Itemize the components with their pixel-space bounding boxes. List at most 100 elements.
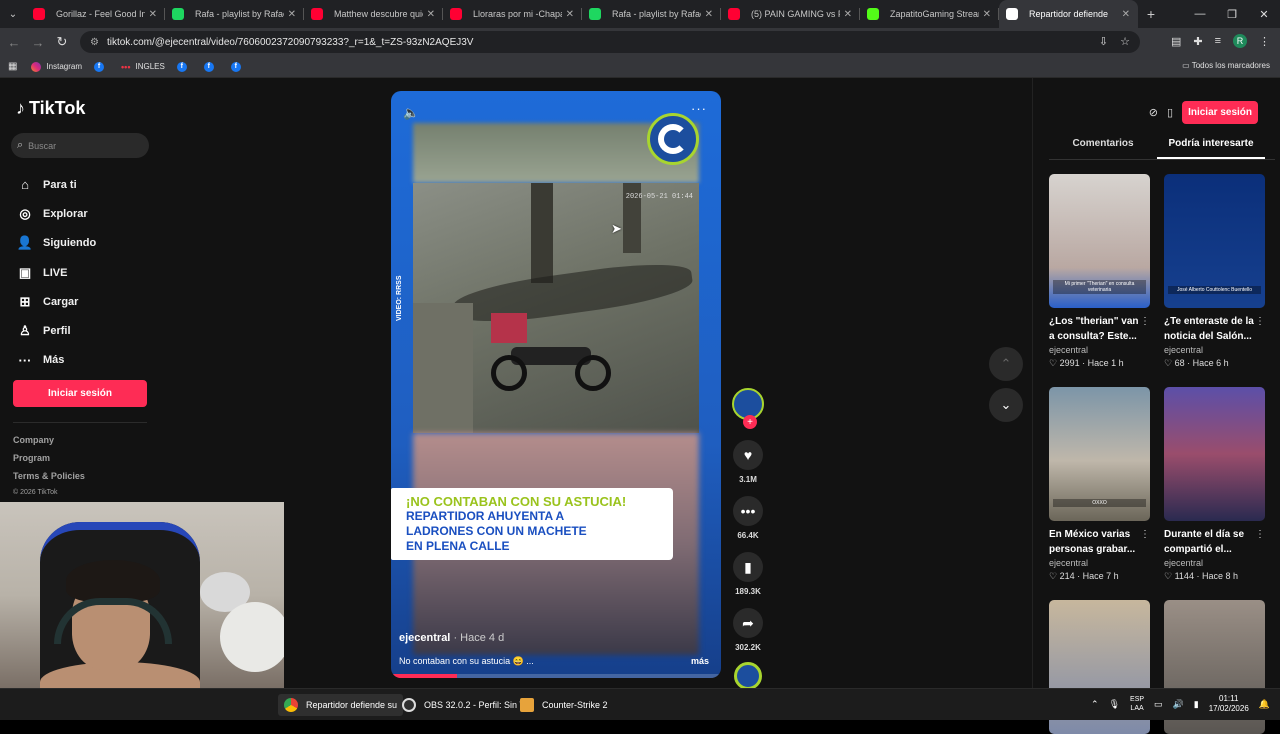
sidebar-item-perfil[interactable]: ♙ Perfil [16, 316, 96, 345]
bookmark-item[interactable]: f [230, 61, 246, 72]
video-player[interactable]: 2026-05-21 01:44 VIDEO: RRSS 🔈 ··· ¡NO C… [391, 91, 721, 678]
browser-tab[interactable]: ZapatitoGaming Stream ✕ [860, 0, 999, 28]
tab-close-icon[interactable]: ✕ [149, 9, 157, 20]
video-author[interactable]: ejecentral · Hace 4 d [399, 632, 504, 644]
sidebar-item-cargar[interactable]: ⊞ Cargar [16, 287, 96, 316]
tab-close-icon[interactable]: ✕ [844, 9, 852, 20]
forward-icon[interactable]: → [26, 28, 50, 56]
sidebar-item-más[interactable]: ··· Más [16, 346, 96, 375]
mic-icon[interactable]: 🎙 [1109, 699, 1120, 710]
video-thumbnail[interactable]: José Alberto Couttolenc Buentello [1164, 174, 1265, 308]
volume-icon[interactable]: 🔈 [403, 105, 419, 121]
bookmark-item[interactable]: f [203, 61, 219, 72]
new-tab-button[interactable]: + [1138, 6, 1164, 22]
comment-action[interactable]: ••• 66.4K [731, 496, 765, 540]
browser-tab[interactable]: Rafa - playlist by Rafael.x ✕ [165, 0, 304, 28]
browser-tab[interactable]: Lloraras por mi -Chapa C ✕ [443, 0, 582, 28]
sound-disc-icon[interactable] [734, 662, 762, 690]
tiktok-logo[interactable]: ♪ TikTok [16, 98, 85, 119]
back-icon[interactable]: ← [2, 28, 26, 56]
card-title[interactable]: ¿Los "therian" van a consulta? Este... [1049, 314, 1145, 344]
card-menu-icon[interactable]: ⋮ [1255, 316, 1265, 327]
language-indicator[interactable]: ESP LAA [1130, 695, 1144, 713]
card-user[interactable]: ejecentral [1164, 558, 1265, 568]
share-icon[interactable]: ➦ [733, 608, 763, 638]
apps-grid-icon[interactable]: ▦ [8, 61, 17, 72]
browser-tab[interactable]: Matthew descubre quién ✕ [304, 0, 443, 28]
bookmark-item[interactable]: f [176, 61, 192, 72]
tab-close-icon[interactable]: ✕ [1122, 9, 1130, 20]
close-window-icon[interactable]: ✕ [1248, 0, 1280, 28]
tab-close-icon[interactable]: ✕ [288, 9, 296, 20]
video-thumbnail[interactable] [1164, 387, 1265, 521]
reload-icon[interactable]: ↻ [50, 28, 74, 56]
device-icon[interactable]: ▯ [1167, 106, 1173, 119]
video-thumbnail[interactable]: Mi primer "Therian" en consulta veterina… [1049, 174, 1150, 308]
card-menu-icon[interactable]: ⋮ [1140, 316, 1150, 327]
taskbar-cs2[interactable]: Counter-Strike 2 [514, 694, 614, 716]
card-title[interactable]: Durante el día se compartió el... [1164, 527, 1260, 557]
taskbar-obs[interactable]: OBS 32.0.2 - Perfil: Sin T [396, 694, 531, 716]
browser-tab[interactable]: Rafa - playlist by Rafael.x ✕ [582, 0, 721, 28]
card-user[interactable]: ejecentral [1049, 345, 1150, 355]
more-options-icon[interactable]: ··· [691, 101, 707, 116]
profile-avatar[interactable]: R [1233, 34, 1247, 48]
browser-tab[interactable]: (5) PAIN GAMING vs PAR ✕ [721, 0, 860, 28]
bookmark-item[interactable]: ••• INGLES [121, 62, 165, 72]
save-action[interactable]: ▮ 189.3K [731, 552, 765, 596]
card-user[interactable]: ejecentral [1049, 558, 1150, 568]
footer-terms-link[interactable]: Terms & Policies [13, 471, 85, 489]
network-icon[interactable]: ▭ [1154, 699, 1163, 710]
chrome-menu-icon[interactable]: ⋮ [1259, 35, 1270, 48]
bookmark-item[interactable]: Instagram [31, 61, 82, 72]
author-name[interactable]: ejecentral [399, 632, 450, 644]
search-input[interactable]: ⌕ Buscar [11, 133, 149, 158]
taskbar-chrome[interactable]: Repartidor defiende su [278, 694, 404, 716]
suggested-video-card[interactable]: Mi primer "Therian" en consulta veterina… [1049, 174, 1150, 369]
speaker-icon[interactable]: 🔊 [1173, 699, 1184, 710]
sidebar-item-explorar[interactable]: ◎ Explorar [16, 199, 96, 228]
tab-podria-interesarte[interactable]: Podría interesarte [1157, 134, 1265, 159]
sidebar-item-siguiendo[interactable]: 👤 Siguiendo [16, 229, 96, 258]
maximize-icon[interactable]: ❐ [1216, 0, 1248, 28]
tab-close-icon[interactable]: ✕ [983, 9, 991, 20]
bookmark-star-icon[interactable]: ☆ [1120, 35, 1130, 48]
header-login-button[interactable]: Iniciar sesión [1182, 101, 1258, 124]
browser-tab[interactable]: Gorillaz - Feel Good Inc. ✕ [26, 0, 165, 28]
card-title[interactable]: En México varias personas grabar... [1049, 527, 1145, 557]
card-title[interactable]: ¿Te enteraste de la noticia del Salón... [1164, 314, 1260, 344]
coins-icon[interactable]: ⊘ [1149, 106, 1158, 119]
follow-plus-icon[interactable]: + [743, 415, 757, 429]
next-video-button[interactable]: ⌄ [989, 388, 1023, 422]
bookmark-icon[interactable]: ▮ [733, 552, 763, 582]
tab-close-icon[interactable]: ✕ [705, 9, 713, 20]
bookmark-item[interactable]: f [94, 61, 109, 72]
card-menu-icon[interactable]: ⋮ [1255, 529, 1265, 540]
minimize-icon[interactable]: — [1184, 0, 1216, 28]
clock[interactable]: 01:11 17/02/2026 [1209, 694, 1249, 714]
url-omnibox[interactable]: ⚙ tiktok.com/@ejecentral/video/760600237… [80, 31, 1140, 53]
previous-video-button[interactable]: ⌃ [989, 347, 1023, 381]
reading-list-icon[interactable]: ≡ [1215, 35, 1221, 47]
site-info-icon[interactable]: ⚙ [90, 37, 99, 48]
more-link[interactable]: más [691, 656, 709, 666]
battery-icon[interactable]: ▮ [1194, 699, 1199, 710]
all-bookmarks-link[interactable]: ▭ Todos los marcadores [1182, 61, 1270, 70]
suggested-video-card[interactable]: José Alberto Couttolenc Buentello ¿Te ent… [1164, 174, 1265, 369]
show-hidden-icons[interactable]: ⌃ [1091, 699, 1099, 710]
tab-close-icon[interactable]: ✕ [427, 9, 435, 20]
suggested-video-card[interactable]: OXXO En México varias personas grabar... ⋮… [1049, 387, 1150, 582]
install-app-icon[interactable]: ⇩ [1099, 35, 1108, 48]
media-icon[interactable]: ▤ [1171, 35, 1181, 48]
share-action[interactable]: ➦ 302.2K [731, 608, 765, 652]
heart-icon[interactable]: ♥ [733, 440, 763, 470]
video-thumbnail[interactable]: OXXO [1049, 387, 1150, 521]
tab-search-icon[interactable]: ⌄ [0, 0, 26, 28]
sidebar-item-para-ti[interactable]: ⌂ Para ti [16, 170, 96, 199]
video-progress-bar[interactable] [391, 674, 721, 678]
sidebar-item-live[interactable]: ▣ LIVE [16, 258, 96, 287]
tab-comentarios[interactable]: Comentarios [1049, 134, 1157, 159]
extensions-icon[interactable]: ✚ [1193, 35, 1202, 48]
suggested-video-card[interactable]: Durante el día se compartió el... ⋮ ejecen… [1164, 387, 1265, 582]
tab-close-icon[interactable]: ✕ [566, 9, 574, 20]
